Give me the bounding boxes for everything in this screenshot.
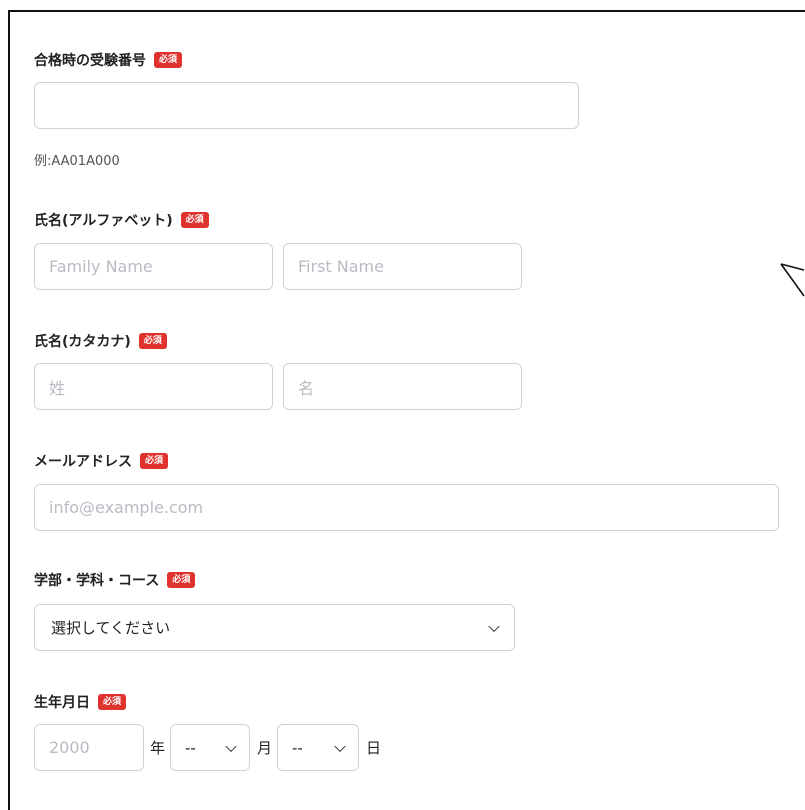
month-selected-value: -- [185,738,196,757]
name-kana-label: 氏名(カタカナ) 必須 [34,331,167,351]
email-input[interactable]: info@example.com [34,484,779,531]
birthdate-field: 生年月日 必須 [34,692,127,712]
family-name-input[interactable]: Family Name [34,243,273,290]
name-alpha-field: 氏名(アルファベット) 必須 [34,210,209,230]
name-alpha-label: 氏名(アルファベット) 必須 [34,210,209,230]
day-unit: 日 [366,739,382,757]
year-unit: 年 [150,739,166,757]
department-selected-value: 選択してください [51,619,171,637]
birthdate-label: 生年月日 必須 [34,692,127,712]
required-badge: 必須 [138,333,167,349]
exam-number-label: 合格時の受験番号 必須 [34,50,183,70]
chevron-down-icon [225,740,237,752]
first-name-kana-input[interactable]: 名 [283,363,522,410]
chevron-down-icon [334,740,346,752]
form-frame [8,10,805,810]
birth-day-select[interactable]: -- [277,724,359,771]
required-badge: 必須 [167,572,196,588]
department-field: 学部・学科・コース 必須 [34,570,196,590]
department-label: 学部・学科・コース 必須 [34,570,196,590]
exam-number-hint: 例:AA01A000 [34,154,120,169]
day-selected-value: -- [292,738,303,757]
chevron-down-icon [488,620,500,632]
exam-number-input[interactable] [34,82,579,129]
email-field-group: メールアドレス 必須 [34,451,169,471]
birth-year-input[interactable]: 2000 [34,724,144,771]
birth-month-select[interactable]: -- [170,724,250,771]
exam-number-field: 合格時の受験番号 必須 [34,50,183,70]
required-badge: 必須 [140,453,169,469]
first-name-input[interactable]: First Name [283,243,522,290]
month-unit: 月 [257,739,273,757]
name-kana-field: 氏名(カタカナ) 必須 [34,331,167,351]
required-badge: 必須 [98,694,127,710]
required-badge: 必須 [154,52,183,68]
required-badge: 必須 [180,212,209,228]
cursor-arrow-icon [780,263,805,297]
email-label: メールアドレス 必須 [34,451,169,471]
family-name-kana-input[interactable]: 姓 [34,363,273,410]
department-select[interactable]: 選択してください [34,604,515,651]
